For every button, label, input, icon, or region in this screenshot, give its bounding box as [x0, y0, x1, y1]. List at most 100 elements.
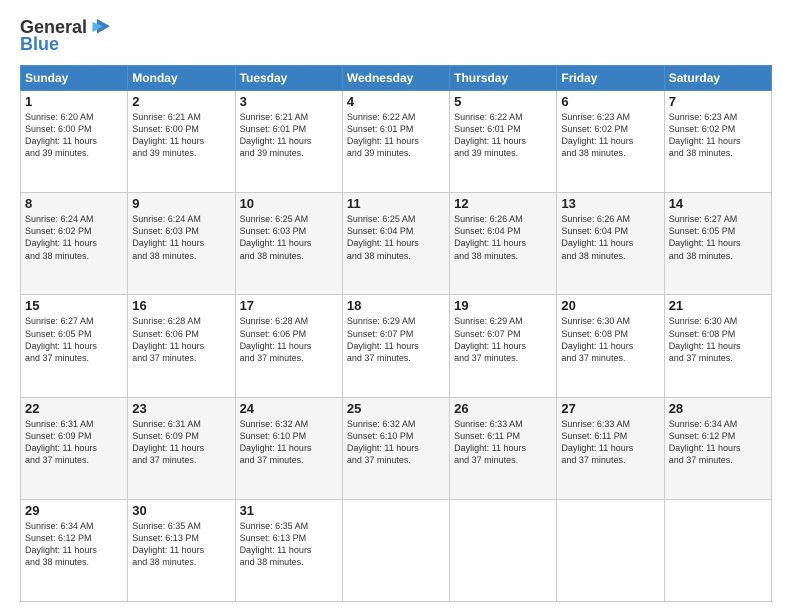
- cell-text: Sunrise: 6:26 AMSunset: 6:04 PMDaylight:…: [561, 213, 659, 262]
- table-row: 15 Sunrise: 6:27 AMSunset: 6:05 PMDayligh…: [21, 295, 128, 397]
- cell-text: Sunrise: 6:25 AMSunset: 6:03 PMDaylight:…: [240, 213, 338, 262]
- cell-text: Sunrise: 6:34 AMSunset: 6:12 PMDaylight:…: [25, 520, 123, 569]
- day-number: 9: [132, 196, 230, 211]
- day-number: 20: [561, 298, 659, 313]
- table-row: 9 Sunrise: 6:24 AMSunset: 6:03 PMDaylight…: [128, 193, 235, 295]
- day-number: 25: [347, 401, 445, 416]
- cell-text: Sunrise: 6:31 AMSunset: 6:09 PMDaylight:…: [132, 418, 230, 467]
- day-number: 26: [454, 401, 552, 416]
- day-number: 8: [25, 196, 123, 211]
- day-number: 6: [561, 94, 659, 109]
- day-number: 3: [240, 94, 338, 109]
- day-number: 28: [669, 401, 767, 416]
- calendar-header-sunday: Sunday: [21, 66, 128, 91]
- table-row: 27 Sunrise: 6:33 AMSunset: 6:11 PMDayligh…: [557, 397, 664, 499]
- calendar-week-row: 15 Sunrise: 6:27 AMSunset: 6:05 PMDayligh…: [21, 295, 772, 397]
- calendar-header-tuesday: Tuesday: [235, 66, 342, 91]
- table-row: 17 Sunrise: 6:28 AMSunset: 6:06 PMDayligh…: [235, 295, 342, 397]
- cell-text: Sunrise: 6:35 AMSunset: 6:13 PMDaylight:…: [132, 520, 230, 569]
- cell-text: Sunrise: 6:28 AMSunset: 6:06 PMDaylight:…: [240, 315, 338, 364]
- table-row: 18 Sunrise: 6:29 AMSunset: 6:07 PMDayligh…: [342, 295, 449, 397]
- table-row: 22 Sunrise: 6:31 AMSunset: 6:09 PMDayligh…: [21, 397, 128, 499]
- logo-blue-text: Blue: [20, 34, 59, 55]
- table-row: 11 Sunrise: 6:25 AMSunset: 6:04 PMDayligh…: [342, 193, 449, 295]
- cell-text: Sunrise: 6:25 AMSunset: 6:04 PMDaylight:…: [347, 213, 445, 262]
- calendar-header-saturday: Saturday: [664, 66, 771, 91]
- table-row: 24 Sunrise: 6:32 AMSunset: 6:10 PMDayligh…: [235, 397, 342, 499]
- table-row: 5Sunrise: 6:22 AMSunset: 6:01 PMDaylight…: [450, 91, 557, 193]
- day-number: 27: [561, 401, 659, 416]
- day-number: 16: [132, 298, 230, 313]
- day-number: 4: [347, 94, 445, 109]
- day-number: 17: [240, 298, 338, 313]
- day-number: 15: [25, 298, 123, 313]
- cell-text: Sunrise: 6:22 AMSunset: 6:01 PMDaylight:…: [347, 111, 445, 160]
- calendar-week-row: 29 Sunrise: 6:34 AMSunset: 6:12 PMDayligh…: [21, 499, 772, 601]
- day-number: 21: [669, 298, 767, 313]
- table-row: 29 Sunrise: 6:34 AMSunset: 6:12 PMDayligh…: [21, 499, 128, 601]
- day-number: 11: [347, 196, 445, 211]
- table-row: 14Sunrise: 6:27 AMSunset: 6:05 PMDayligh…: [664, 193, 771, 295]
- cell-text: Sunrise: 6:24 AMSunset: 6:03 PMDaylight:…: [132, 213, 230, 262]
- table-row: [450, 499, 557, 601]
- cell-text: Sunrise: 6:27 AMSunset: 6:05 PMDaylight:…: [25, 315, 123, 364]
- logo-icon: [91, 16, 113, 38]
- table-row: 4 Sunrise: 6:22 AMSunset: 6:01 PMDaylight…: [342, 91, 449, 193]
- table-row: [664, 499, 771, 601]
- calendar-header-row: SundayMondayTuesdayWednesdayThursdayFrid…: [21, 66, 772, 91]
- table-row: 20 Sunrise: 6:30 AMSunset: 6:08 PMDayligh…: [557, 295, 664, 397]
- day-number: 30: [132, 503, 230, 518]
- cell-text: Sunrise: 6:20 AMSunset: 6:00 PMDaylight:…: [25, 111, 123, 160]
- page: General Blue SundayMondayTuesdayWednesda…: [0, 0, 792, 612]
- cell-text: Sunrise: 6:33 AMSunset: 6:11 PMDaylight:…: [561, 418, 659, 467]
- day-number: 13: [561, 196, 659, 211]
- calendar-header-monday: Monday: [128, 66, 235, 91]
- day-number: 12: [454, 196, 552, 211]
- calendar-week-row: 8 Sunrise: 6:24 AMSunset: 6:02 PMDaylight…: [21, 193, 772, 295]
- day-number: 1: [25, 94, 123, 109]
- table-row: 16 Sunrise: 6:28 AMSunset: 6:06 PMDayligh…: [128, 295, 235, 397]
- day-number: 22: [25, 401, 123, 416]
- table-row: 19Sunrise: 6:29 AMSunset: 6:07 PMDayligh…: [450, 295, 557, 397]
- cell-text: Sunrise: 6:30 AMSunset: 6:08 PMDaylight:…: [561, 315, 659, 364]
- calendar-header-friday: Friday: [557, 66, 664, 91]
- cell-text: Sunrise: 6:32 AMSunset: 6:10 PMDaylight:…: [347, 418, 445, 467]
- day-number: 31: [240, 503, 338, 518]
- cell-text: Sunrise: 6:32 AMSunset: 6:10 PMDaylight:…: [240, 418, 338, 467]
- table-row: 31 Sunrise: 6:35 AMSunset: 6:13 PMDayligh…: [235, 499, 342, 601]
- cell-text: Sunrise: 6:28 AMSunset: 6:06 PMDaylight:…: [132, 315, 230, 364]
- cell-text: Sunrise: 6:23 AMSunset: 6:02 PMDaylight:…: [561, 111, 659, 160]
- table-row: 8 Sunrise: 6:24 AMSunset: 6:02 PMDaylight…: [21, 193, 128, 295]
- table-row: 2Sunrise: 6:21 AMSunset: 6:00 PMDaylight…: [128, 91, 235, 193]
- cell-text: Sunrise: 6:29 AMSunset: 6:07 PMDaylight:…: [454, 315, 552, 364]
- calendar-table: SundayMondayTuesdayWednesdayThursdayFrid…: [20, 65, 772, 602]
- cell-text: Sunrise: 6:27 AMSunset: 6:05 PMDaylight:…: [669, 213, 767, 262]
- cell-text: Sunrise: 6:31 AMSunset: 6:09 PMDaylight:…: [25, 418, 123, 467]
- day-number: 10: [240, 196, 338, 211]
- cell-text: Sunrise: 6:29 AMSunset: 6:07 PMDaylight:…: [347, 315, 445, 364]
- cell-text: Sunrise: 6:21 AMSunset: 6:00 PMDaylight:…: [132, 111, 230, 160]
- cell-text: Sunrise: 6:22 AMSunset: 6:01 PMDaylight:…: [454, 111, 552, 160]
- day-number: 23: [132, 401, 230, 416]
- logo: General Blue: [20, 16, 113, 55]
- table-row: 25 Sunrise: 6:32 AMSunset: 6:10 PMDayligh…: [342, 397, 449, 499]
- table-row: 21Sunrise: 6:30 AMSunset: 6:08 PMDayligh…: [664, 295, 771, 397]
- table-row: 26Sunrise: 6:33 AMSunset: 6:11 PMDayligh…: [450, 397, 557, 499]
- cell-text: Sunrise: 6:24 AMSunset: 6:02 PMDaylight:…: [25, 213, 123, 262]
- cell-text: Sunrise: 6:23 AMSunset: 6:02 PMDaylight:…: [669, 111, 767, 160]
- day-number: 24: [240, 401, 338, 416]
- table-row: 6 Sunrise: 6:23 AMSunset: 6:02 PMDaylight…: [557, 91, 664, 193]
- cell-text: Sunrise: 6:21 AMSunset: 6:01 PMDaylight:…: [240, 111, 338, 160]
- table-row: 7 Sunrise: 6:23 AMSunset: 6:02 PMDaylight…: [664, 91, 771, 193]
- day-number: 29: [25, 503, 123, 518]
- table-row: 28 Sunrise: 6:34 AMSunset: 6:12 PMDayligh…: [664, 397, 771, 499]
- cell-text: Sunrise: 6:35 AMSunset: 6:13 PMDaylight:…: [240, 520, 338, 569]
- day-number: 7: [669, 94, 767, 109]
- table-row: [342, 499, 449, 601]
- table-row: 3 Sunrise: 6:21 AMSunset: 6:01 PMDaylight…: [235, 91, 342, 193]
- table-row: 10 Sunrise: 6:25 AMSunset: 6:03 PMDayligh…: [235, 193, 342, 295]
- cell-text: Sunrise: 6:34 AMSunset: 6:12 PMDaylight:…: [669, 418, 767, 467]
- cell-text: Sunrise: 6:26 AMSunset: 6:04 PMDaylight:…: [454, 213, 552, 262]
- day-number: 18: [347, 298, 445, 313]
- table-row: 1 Sunrise: 6:20 AMSunset: 6:00 PMDaylight…: [21, 91, 128, 193]
